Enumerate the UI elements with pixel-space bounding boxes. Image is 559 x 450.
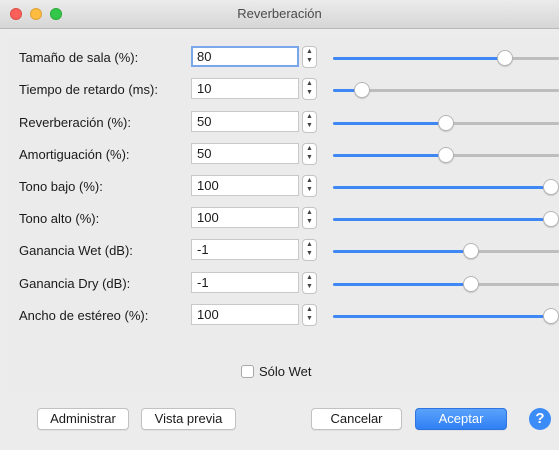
title-bar: Reverberación bbox=[0, 0, 559, 29]
param-slider-thumb[interactable] bbox=[438, 147, 454, 163]
param-value-field[interactable]: 100 bbox=[191, 175, 299, 196]
param-stepper[interactable]: ▲ ▼ bbox=[302, 78, 317, 100]
param-slider-fill bbox=[333, 315, 551, 318]
param-label: Tono bajo (%): bbox=[19, 179, 103, 194]
param-slider-thumb[interactable] bbox=[438, 115, 454, 131]
param-label: Ganancia Wet (dB): bbox=[19, 243, 133, 258]
stepper-up-icon[interactable]: ▲ bbox=[303, 273, 316, 282]
param-value-field[interactable]: 50 bbox=[191, 143, 299, 164]
param-row: Tiempo de retardo (ms): 10 ▲ ▼ bbox=[8, 74, 559, 106]
param-label: Ganancia Dry (dB): bbox=[19, 276, 131, 291]
stepper-up-icon[interactable]: ▲ bbox=[303, 176, 316, 185]
param-row: Reverberación (%): 50 ▲ ▼ bbox=[8, 107, 559, 139]
stepper-down-icon[interactable]: ▼ bbox=[303, 249, 316, 258]
stepper-up-icon[interactable]: ▲ bbox=[303, 305, 316, 314]
wet-only-checkbox[interactable] bbox=[241, 365, 254, 378]
param-value-field[interactable]: 80 bbox=[191, 46, 299, 67]
param-slider-thumb[interactable] bbox=[543, 179, 559, 195]
param-slider-fill bbox=[333, 250, 472, 253]
param-slider-thumb[interactable] bbox=[496, 50, 513, 66]
param-slider-fill bbox=[333, 122, 446, 125]
param-stepper[interactable]: ▲ ▼ bbox=[302, 175, 317, 197]
param-slider-track[interactable] bbox=[333, 218, 559, 221]
param-value-field[interactable]: -1 bbox=[191, 239, 299, 260]
param-slider-fill bbox=[333, 283, 472, 286]
param-label: Amortiguación (%): bbox=[19, 147, 130, 162]
param-row: Ganancia Dry (dB): -1 ▲ ▼ bbox=[8, 268, 559, 300]
param-value-field[interactable]: 100 bbox=[191, 207, 299, 228]
param-value-field[interactable]: 50 bbox=[191, 111, 299, 132]
param-slider-fill bbox=[333, 57, 505, 60]
cancel-button[interactable]: Cancelar bbox=[311, 408, 402, 430]
param-slider-thumb[interactable] bbox=[543, 211, 559, 227]
param-value-field[interactable]: -1 bbox=[191, 272, 299, 293]
stepper-down-icon[interactable]: ▼ bbox=[303, 153, 316, 162]
stepper-down-icon[interactable]: ▼ bbox=[303, 314, 316, 323]
param-stepper[interactable]: ▲ ▼ bbox=[302, 304, 317, 326]
stepper-down-icon[interactable]: ▼ bbox=[303, 56, 316, 65]
param-row: Tono alto (%): 100 ▲ ▼ bbox=[8, 203, 559, 235]
ok-button[interactable]: Aceptar bbox=[415, 408, 507, 430]
param-slider-thumb[interactable] bbox=[463, 243, 480, 259]
stepper-up-icon[interactable]: ▲ bbox=[303, 208, 316, 217]
param-stepper[interactable]: ▲ ▼ bbox=[302, 207, 317, 229]
param-stepper[interactable]: ▲ ▼ bbox=[302, 272, 317, 294]
param-slider-thumb[interactable] bbox=[463, 276, 480, 292]
param-slider-thumb[interactable] bbox=[354, 82, 370, 98]
param-row: Amortiguación (%): 50 ▲ ▼ bbox=[8, 139, 559, 171]
param-stepper[interactable]: ▲ ▼ bbox=[302, 111, 317, 133]
stepper-up-icon[interactable]: ▲ bbox=[303, 112, 316, 121]
param-label: Ancho de estéreo (%): bbox=[19, 308, 149, 323]
param-row: Ancho de estéreo (%): 100 ▲ ▼ bbox=[8, 300, 559, 332]
stepper-down-icon[interactable]: ▼ bbox=[303, 121, 316, 130]
param-slider-track[interactable] bbox=[333, 250, 559, 253]
param-row: Tamaño de sala (%): 80 ▲ ▼ bbox=[8, 42, 559, 74]
stepper-up-icon[interactable]: ▲ bbox=[303, 79, 316, 88]
help-button[interactable]: ? bbox=[529, 408, 551, 430]
param-label: Reverberación (%): bbox=[19, 115, 131, 130]
param-slider-fill bbox=[333, 218, 551, 221]
stepper-up-icon[interactable]: ▲ bbox=[303, 144, 316, 153]
window-title: Reverberación bbox=[237, 6, 322, 21]
stepper-down-icon[interactable]: ▼ bbox=[303, 282, 316, 291]
param-slider-track[interactable] bbox=[333, 57, 559, 60]
param-label: Tiempo de retardo (ms): bbox=[19, 82, 158, 97]
stepper-up-icon[interactable]: ▲ bbox=[303, 47, 316, 56]
param-slider-fill bbox=[333, 186, 551, 189]
param-value-field[interactable]: 100 bbox=[191, 304, 299, 325]
param-value-field[interactable]: 10 bbox=[191, 78, 299, 99]
param-stepper[interactable]: ▲ ▼ bbox=[302, 46, 317, 68]
manage-button[interactable]: Administrar bbox=[37, 408, 129, 430]
param-slider-thumb[interactable] bbox=[543, 308, 559, 324]
param-slider-track[interactable] bbox=[333, 283, 559, 286]
preview-button[interactable]: Vista previa bbox=[141, 408, 236, 430]
stepper-down-icon[interactable]: ▼ bbox=[303, 88, 316, 97]
wet-only-label: Sólo Wet bbox=[259, 364, 312, 379]
param-slider-track[interactable] bbox=[333, 186, 559, 189]
param-slider-track[interactable] bbox=[333, 315, 559, 318]
stepper-up-icon[interactable]: ▲ bbox=[303, 240, 316, 249]
param-label: Tono alto (%): bbox=[19, 211, 100, 226]
reverb-dialog: Reverberación Tamaño de sala (%): 80 ▲ ▼ Tie… bbox=[0, 0, 559, 450]
param-stepper[interactable]: ▲ ▼ bbox=[302, 239, 317, 261]
param-label: Tamaño de sala (%): bbox=[19, 50, 139, 65]
stepper-down-icon[interactable]: ▼ bbox=[303, 185, 316, 194]
param-row: Ganancia Wet (dB): -1 ▲ ▼ bbox=[8, 235, 559, 267]
param-row: Tono bajo (%): 100 ▲ ▼ bbox=[8, 171, 559, 203]
stepper-down-icon[interactable]: ▼ bbox=[303, 217, 316, 226]
param-stepper[interactable]: ▲ ▼ bbox=[302, 143, 317, 165]
param-slider-fill bbox=[333, 154, 446, 157]
parameters-panel: Tamaño de sala (%): 80 ▲ ▼ Tiempo de retardo… bbox=[8, 37, 559, 393]
